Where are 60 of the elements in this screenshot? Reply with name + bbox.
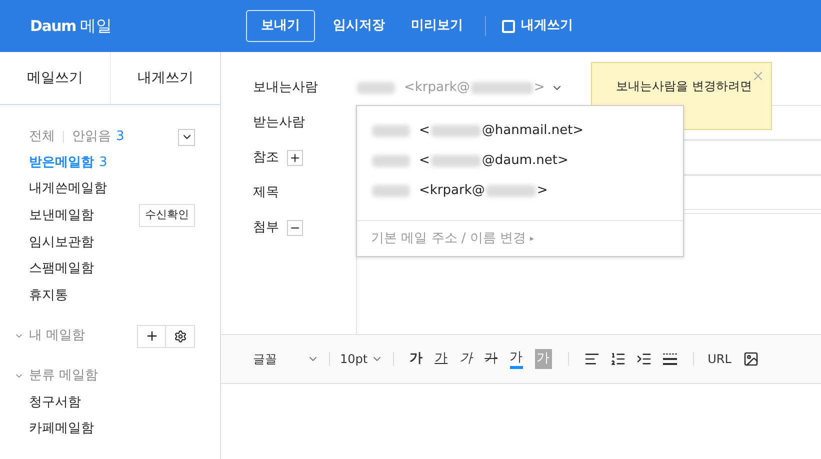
field-label: 제목 <box>253 184 279 202</box>
address-option[interactable]: < @daum.net> <box>357 146 683 176</box>
color-button[interactable]: 가 <box>510 350 523 368</box>
blurred-text <box>372 125 410 137</box>
underline-button[interactable]: 가 <box>434 349 448 369</box>
filter-all[interactable]: 전체 <box>29 127 55 147</box>
folder-item[interactable]: 청구서함 <box>29 392 81 412</box>
tooltip-text: 보내는사람을 변경하려면 <box>616 78 753 95</box>
folder-item[interactable]: 스팸메일함 <box>29 259 94 279</box>
filter-unread[interactable]: 안읽음 <box>72 127 111 147</box>
image-icon[interactable] <box>743 351 760 367</box>
plus-icon <box>144 329 158 344</box>
toolbar-button[interactable]: 임시저장 <box>325 10 393 42</box>
strike-button[interactable]: 가 <box>484 349 498 369</box>
indent-icon[interactable] <box>636 351 652 367</box>
size-select[interactable]: 10pt <box>340 350 383 368</box>
field-label: 참조 <box>253 148 279 167</box>
blurred-text <box>372 185 410 197</box>
section-title[interactable]: 분류 메일함 <box>29 366 98 386</box>
align-left-icon[interactable] <box>584 351 600 367</box>
section-title[interactable]: 내 메일함 <box>29 326 86 346</box>
font-select[interactable]: 글꼴 <box>253 350 319 368</box>
compose-tab[interactable]: 메일쓰기 <box>0 52 110 104</box>
send-button[interactable]: 보내기 <box>246 10 315 42</box>
folder-item[interactable]: 내게쓴메일함 <box>29 179 107 199</box>
blurred-text <box>486 185 536 197</box>
blurred-text <box>470 82 533 94</box>
address-option[interactable]: < @hanmail.net> <box>357 116 683 146</box>
bold-button[interactable]: 가 <box>410 349 423 369</box>
horizontal-line-icon[interactable] <box>662 352 678 366</box>
checkbox[interactable] <box>502 20 515 32</box>
collapse-button[interactable] <box>287 220 303 236</box>
field-label: 첨부 <box>253 218 279 237</box>
blurred-text <box>430 155 481 167</box>
field-label: 보내는사람 <box>253 78 318 97</box>
italic-button[interactable]: 가 <box>460 349 473 369</box>
blurred-text <box>357 82 395 94</box>
plus-icon <box>289 152 301 164</box>
expand-button[interactable] <box>287 150 303 166</box>
expand-button[interactable] <box>178 128 195 146</box>
folder-item[interactable]: 카페메일함 <box>29 419 94 439</box>
settings-icon <box>174 330 186 343</box>
compose-tab[interactable]: 내게쓰기 <box>110 52 220 104</box>
checkbox-label[interactable]: 내게쓰기 <box>521 16 573 36</box>
app-title: 메일 <box>80 15 112 37</box>
numbered-list-icon[interactable] <box>610 351 626 367</box>
logo[interactable]: Daum <box>30 14 76 38</box>
url-button[interactable]: URL <box>708 350 732 368</box>
folder-count: 3 <box>99 154 108 172</box>
read-receipt-button[interactable]: 수신확인 <box>139 204 195 228</box>
blurred-text <box>372 155 410 167</box>
unread-count: 3 <box>116 128 124 146</box>
arrow-icon: ▸ <box>530 232 534 244</box>
field-label: 받는사람 <box>253 114 305 132</box>
folder-item[interactable]: 임시보관함 <box>29 232 94 252</box>
folder-item[interactable]: 휴지통 <box>29 286 68 306</box>
address-option[interactable]: <krpark@ > <box>357 176 683 206</box>
blurred-text <box>430 125 481 137</box>
toolbar-button[interactable]: 미리보기 <box>403 10 471 42</box>
folder-item[interactable]: 보낸메일함 <box>29 206 94 226</box>
